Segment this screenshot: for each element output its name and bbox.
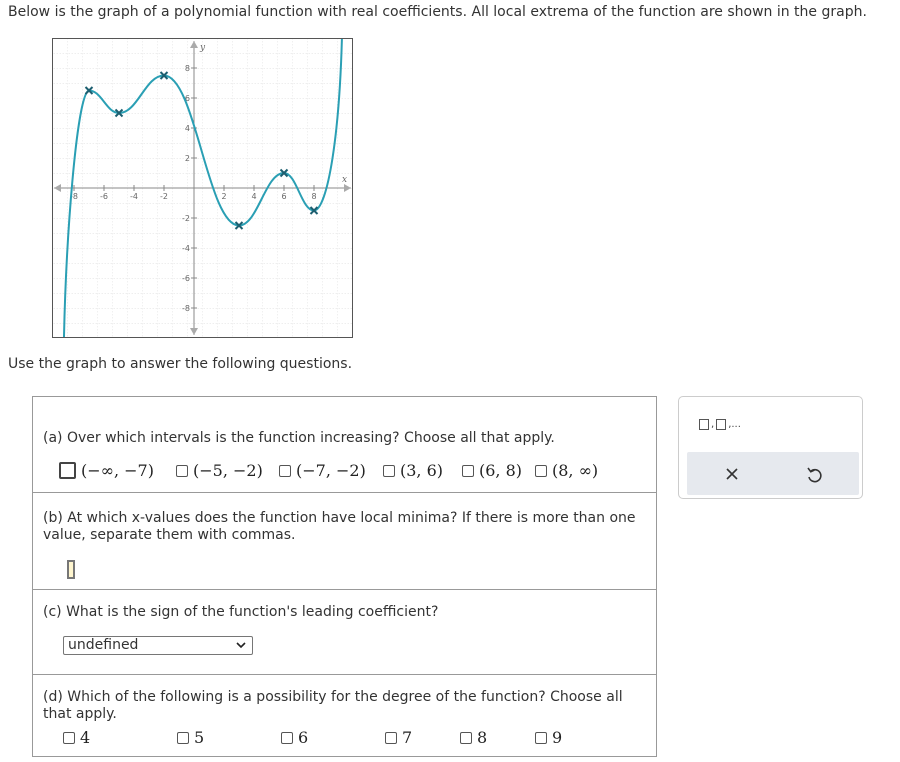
option-d-1-label: 4 [80, 728, 91, 747]
x-tick-label: 8 [311, 192, 316, 201]
option-a-5[interactable]: (6, 8) [462, 461, 522, 480]
option-a-6-label: (8, ∞) [552, 461, 599, 480]
option-d-1-checkbox[interactable] [63, 731, 75, 744]
x-tick-label: -2 [160, 192, 168, 201]
option-d-6-checkbox[interactable] [535, 731, 547, 744]
leading-coefficient-sign-select[interactable]: undefined [63, 636, 253, 655]
question-b-prompt-line1: (b) At which x-values does the function … [43, 510, 636, 526]
answer-toolbar: ,,... [678, 396, 863, 499]
toolbar-action-bar [687, 452, 859, 495]
option-d-4-checkbox[interactable] [385, 731, 397, 744]
option-a-5-checkbox[interactable] [462, 464, 474, 477]
option-d-5-label: 8 [477, 728, 488, 747]
option-a-4[interactable]: (3, 6) [383, 461, 443, 480]
option-d-2[interactable]: 5 [177, 728, 204, 747]
option-d-4[interactable]: 7 [385, 728, 412, 747]
y-tick-label: -4 [182, 244, 190, 253]
option-d-2-label: 5 [194, 728, 205, 747]
option-a-3-checkbox[interactable] [279, 464, 291, 477]
y-axis-label: y [199, 43, 206, 53]
option-a-2-label: (−5, −2) [193, 461, 263, 480]
option-a-1-checkbox[interactable] [59, 462, 76, 479]
x-axis-label: x [342, 175, 347, 185]
question-c-prompt: (c) What is the sign of the function's l… [43, 604, 439, 620]
option-d-5[interactable]: 8 [460, 728, 487, 747]
undo-icon[interactable] [802, 462, 826, 486]
option-a-4-checkbox[interactable] [383, 464, 395, 477]
question-b: (b) At which x-values does the function … [32, 492, 657, 590]
option-a-2-checkbox[interactable] [176, 464, 188, 477]
option-d-4-label: 7 [402, 728, 413, 747]
x-tick-label: 4 [251, 192, 256, 201]
intro-text: Below is the graph of a polynomial funct… [8, 4, 867, 20]
option-d-5-checkbox[interactable] [460, 731, 472, 744]
ordered-pair-template-icon[interactable]: ,,... [699, 419, 741, 430]
y-tick-label: -2 [182, 214, 190, 223]
question-d-prompt-line1: (d) Which of the following is a possibil… [43, 689, 623, 705]
option-a-4-label: (3, 6) [400, 461, 444, 480]
option-a-5-label: (6, 8) [479, 461, 523, 480]
question-c: (c) What is the sign of the function's l… [32, 589, 657, 675]
local-minima-answer-input[interactable] [67, 560, 75, 579]
option-d-1[interactable]: 4 [63, 728, 90, 747]
option-d-6[interactable]: 9 [535, 728, 562, 747]
option-d-3-label: 6 [298, 728, 309, 747]
option-d-2-checkbox[interactable] [177, 731, 189, 744]
option-d-3[interactable]: 6 [281, 728, 308, 747]
option-a-6[interactable]: (8, ∞) [535, 461, 598, 480]
x-tick-label: -6 [100, 192, 108, 201]
chevron-down-icon [236, 642, 246, 649]
option-d-3-checkbox[interactable] [281, 731, 293, 744]
y-tick-label: 2 [185, 154, 190, 163]
option-a-2[interactable]: (−5, −2) [176, 461, 263, 480]
question-a: (a) Over which intervals is the function… [32, 396, 657, 493]
x-tick-label: -4 [130, 192, 138, 201]
polynomial-graph: -8 -6 -4 -2 2 4 6 88642-2-4-6-8 y x [52, 38, 353, 338]
question-d: (d) Which of the following is a possibil… [32, 674, 657, 757]
y-tick-label: 8 [185, 64, 190, 73]
y-tick-label: -6 [182, 274, 190, 283]
question-b-prompt-line2: value, separate them with commas. [43, 527, 296, 543]
option-a-3-label: (−7, −2) [296, 461, 366, 480]
clear-icon[interactable] [720, 462, 744, 486]
use-graph-text: Use the graph to answer the following qu… [8, 356, 353, 372]
option-a-6-checkbox[interactable] [535, 464, 547, 477]
option-a-3[interactable]: (−7, −2) [279, 461, 366, 480]
y-tick-label: -8 [182, 304, 190, 313]
y-tick-label: 4 [185, 124, 190, 133]
leading-coefficient-sign-value: undefined [68, 637, 139, 653]
x-tick-label: 6 [281, 192, 286, 201]
question-a-prompt: (a) Over which intervals is the function… [43, 430, 555, 446]
question-d-prompt-line2: that apply. [43, 706, 117, 722]
option-d-6-label: 9 [552, 728, 563, 747]
x-tick-label: 2 [221, 192, 226, 201]
option-a-1-label: (−∞, −7) [81, 461, 154, 480]
option-a-1[interactable]: (−∞, −7) [59, 461, 154, 480]
